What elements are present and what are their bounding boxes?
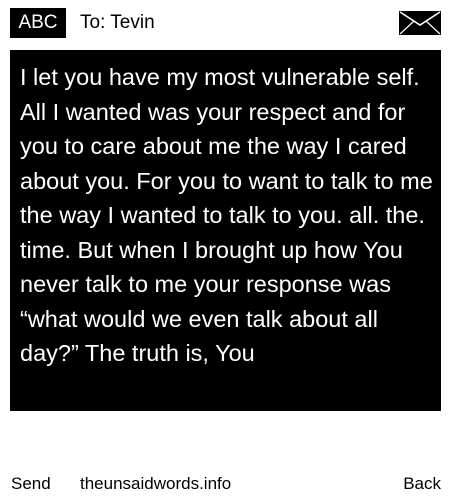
- message-header: ABC To: Tevin: [0, 0, 450, 46]
- bottom-softkey-bar: Send theunsaidwords.info Back: [0, 470, 450, 498]
- back-button[interactable]: Back: [403, 470, 441, 498]
- message-body-text: I let you have my most vulnerable self. …: [20, 64, 433, 366]
- abc-badge: ABC: [10, 8, 66, 38]
- envelope-icon[interactable]: [399, 11, 441, 35]
- message-body-box[interactable]: I let you have my most vulnerable self. …: [10, 50, 441, 411]
- site-link[interactable]: theunsaidwords.info: [80, 470, 231, 498]
- send-button[interactable]: Send: [11, 470, 51, 498]
- recipient-label: To: Tevin: [80, 12, 155, 33]
